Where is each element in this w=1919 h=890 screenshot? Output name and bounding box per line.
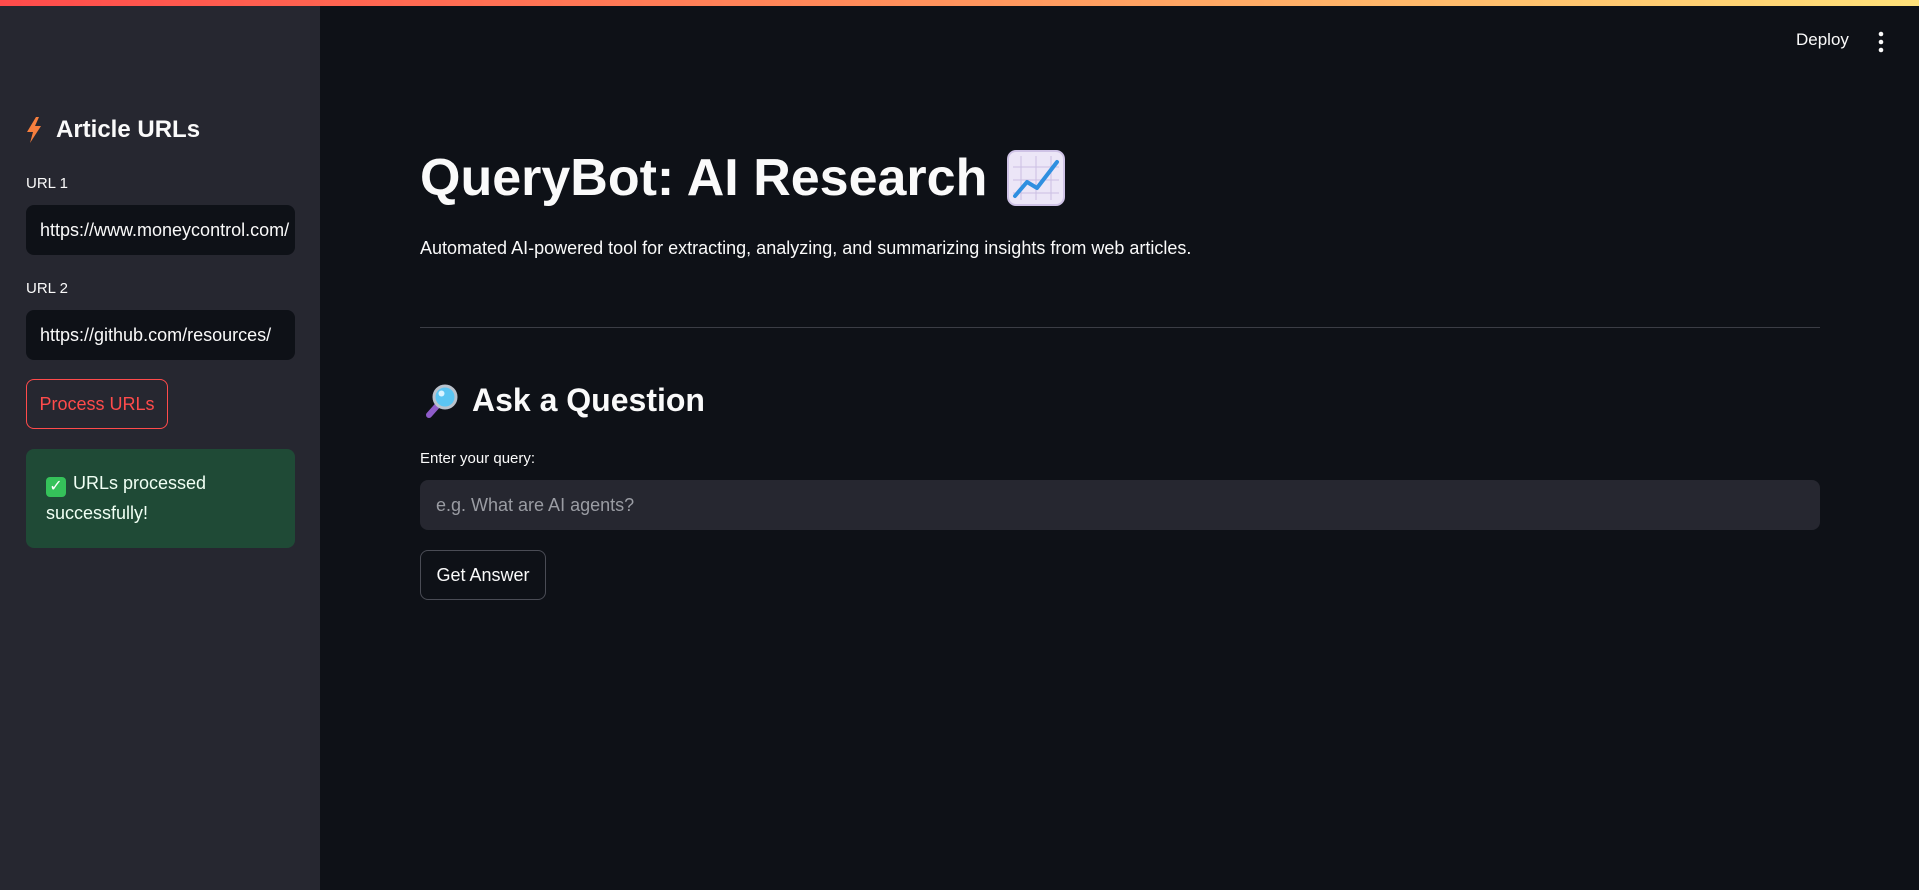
url1-input[interactable]: https://www.moneycontrol.com/ xyxy=(26,205,295,255)
url1-label: URL 1 xyxy=(26,175,68,192)
top-decoration-bar xyxy=(0,0,1919,6)
section-divider xyxy=(420,327,1820,328)
ask-question-heading: Ask a Question xyxy=(424,382,705,419)
process-urls-button[interactable]: Process URLs xyxy=(26,379,168,429)
query-label: Enter your query: xyxy=(420,450,536,467)
check-mark-icon: ✓ xyxy=(46,477,66,497)
url2-input[interactable]: https://github.com/resources/ xyxy=(26,310,295,360)
get-answer-button[interactable]: Get Answer xyxy=(420,550,546,600)
magnifying-glass-icon xyxy=(424,383,460,419)
success-message: URLs processed successfully! xyxy=(46,473,207,523)
lightning-bolt-icon xyxy=(26,117,42,143)
chart-increasing-icon xyxy=(1007,150,1066,206)
sidebar-heading-text: Article URLs xyxy=(56,116,201,143)
page-title-text: QueryBot: AI Research xyxy=(420,149,988,207)
kebab-menu-icon[interactable] xyxy=(1869,31,1893,53)
page-title: QueryBot: AI Research xyxy=(420,148,1066,208)
sidebar-heading: Article URLs xyxy=(26,116,200,144)
url2-label: URL 2 xyxy=(26,280,68,297)
page-subtitle: Automated AI-powered tool for extracting… xyxy=(420,238,1192,258)
query-input[interactable] xyxy=(420,480,1820,530)
section-heading-text: Ask a Question xyxy=(472,382,705,418)
sidebar: Article URLs URL 1 https://www.moneycont… xyxy=(0,0,320,890)
deploy-button[interactable]: Deploy xyxy=(1796,30,1849,50)
success-alert: ✓ URLs processed successfully! xyxy=(26,449,295,548)
